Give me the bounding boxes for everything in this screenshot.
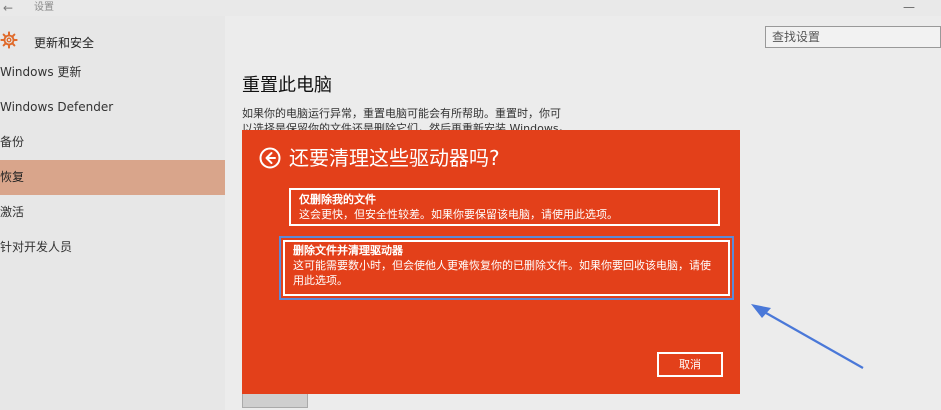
- page-title: 重置此电脑: [242, 75, 332, 96]
- search-input[interactable]: 查找设置: [765, 26, 941, 48]
- annotation-arrow-icon: [751, 304, 864, 369]
- clean-drives-dialog: 还要清理这些驱动器吗? 仅删除我的文件 这会更快，但安全性较差。如果你要保留该电…: [242, 130, 740, 394]
- option-description: 这可能需要数小时，但会使他人更难恢复你的已删除文件。如果你要回收该电脑，请使用此…: [293, 259, 711, 287]
- sidebar-item-backup[interactable]: 备份: [0, 125, 225, 160]
- sidebar-item-windows-update[interactable]: Windows 更新: [0, 55, 225, 90]
- window-title: 设置: [34, 2, 54, 13]
- option-remove-files-and-clean[interactable]: 删除文件并清理驱动器 这可能需要数小时，但会使他人更难恢复你的已删除文件。如果你…: [283, 240, 730, 296]
- cancel-button[interactable]: 取消: [657, 352, 723, 377]
- page-description-line1: 如果你的电脑运行异常，重置电脑可能会有所帮助。重置时，你可: [242, 107, 561, 120]
- gear-icon: [0, 31, 18, 49]
- sidebar-header-label: 更新和安全: [34, 36, 95, 50]
- option-title: 仅删除我的文件: [299, 193, 376, 206]
- sidebar-item-activation[interactable]: 激活: [0, 195, 225, 230]
- sidebar-item-windows-defender[interactable]: Windows Defender: [0, 90, 225, 125]
- sidebar-item-developers[interactable]: 针对开发人员: [0, 230, 225, 265]
- option-remove-files-only[interactable]: 仅删除我的文件 这会更快，但安全性较差。如果你要保留该电脑，请使用此选项。: [289, 188, 720, 226]
- sidebar-item-recovery[interactable]: 恢复: [0, 160, 225, 195]
- sidebar: 更新和安全 Windows 更新 Windows Defender 备份 恢复 …: [0, 16, 225, 410]
- option-title: 删除文件并清理驱动器: [293, 244, 403, 257]
- option-description: 这会更快，但安全性较差。如果你要保留该电脑，请使用此选项。: [299, 208, 618, 221]
- option-highlight-frame: 删除文件并清理驱动器 这可能需要数小时，但会使他人更难恢复你的已删除文件。如果你…: [279, 236, 734, 300]
- sidebar-header: 更新和安全: [0, 30, 225, 54]
- minimize-icon[interactable]: —: [903, 0, 915, 14]
- back-circle-icon[interactable]: [259, 147, 281, 169]
- dialog-title: 还要清理这些驱动器吗?: [289, 146, 500, 170]
- back-arrow-icon[interactable]: ←: [3, 0, 13, 16]
- title-bar: ← 设置 —: [0, 0, 941, 16]
